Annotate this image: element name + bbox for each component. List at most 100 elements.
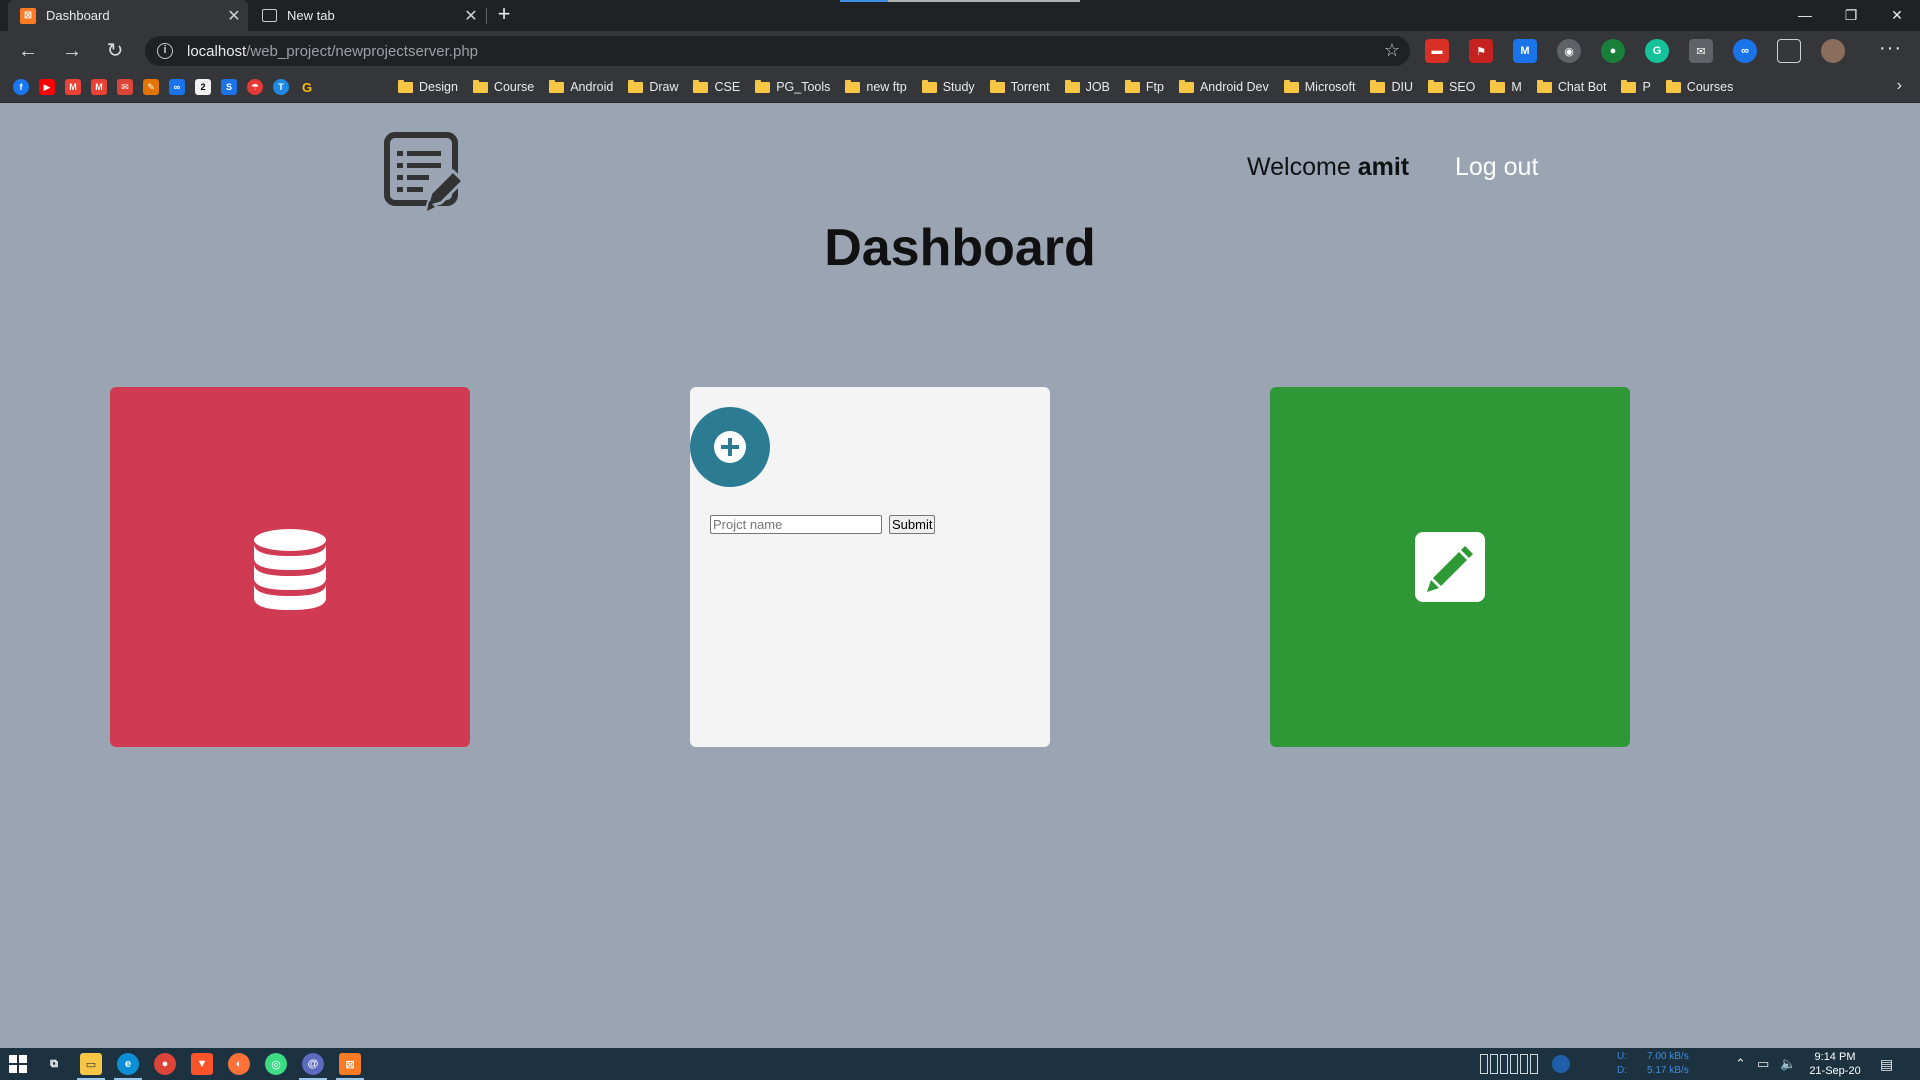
- minimize-icon[interactable]: —: [1782, 0, 1828, 31]
- tab-new-tab[interactable]: New tab ✕: [250, 0, 485, 31]
- more-menu-icon[interactable]: ···: [1879, 37, 1902, 60]
- restore-icon[interactable]: ❐: [1828, 0, 1874, 31]
- chrome-icon[interactable]: ●: [154, 1053, 176, 1075]
- gmail-icon[interactable]: M: [91, 79, 107, 95]
- new-project-form: Submit: [710, 515, 936, 534]
- bookmark-folder[interactable]: PG_Tools: [755, 79, 830, 94]
- bookmark-site-icon[interactable]: ✎: [143, 79, 159, 95]
- extension-icon[interactable]: ◉: [1557, 39, 1581, 63]
- project-name-input[interactable]: [710, 515, 882, 534]
- extension-icon[interactable]: ▬: [1425, 39, 1449, 63]
- network-icon[interactable]: ▭: [1757, 1056, 1769, 1080]
- plus-circle-icon: [714, 431, 746, 463]
- google-icon[interactable]: G: [299, 79, 315, 95]
- close-tab-icon[interactable]: ✕: [220, 6, 248, 26]
- bookmark-site-icon[interactable]: 2: [195, 79, 211, 95]
- logout-link[interactable]: Log out: [1455, 153, 1538, 182]
- network-speed: U: 7.00 kB/s D: 5.17 kB/s: [1617, 1051, 1689, 1076]
- chevron-up-icon[interactable]: ⌃: [1735, 1056, 1746, 1080]
- bookmark-folder[interactable]: DIU: [1370, 79, 1413, 94]
- pencil-icon: [1427, 546, 1473, 592]
- youtube-icon[interactable]: ▶: [39, 79, 55, 95]
- bookmark-folder[interactable]: new ftp: [845, 79, 907, 94]
- tab-title: New tab: [287, 8, 335, 23]
- bookmark-folder[interactable]: Ftp: [1124, 79, 1164, 94]
- bookmark-folder[interactable]: Design: [398, 79, 458, 94]
- folder-icon: [989, 79, 1005, 93]
- browser-tab-bar: ⊠ Dashboard ✕ New tab ✕ + — ❐ ✕: [0, 0, 1920, 31]
- url-text[interactable]: localhost/web_project/newprojectserver.p…: [187, 43, 478, 60]
- bookmark-star-icon[interactable]: ☆: [1384, 40, 1400, 61]
- edge-icon[interactable]: e: [117, 1053, 139, 1075]
- firefox-icon[interactable]: ◐: [228, 1053, 250, 1075]
- extension-icon[interactable]: ⚑: [1469, 39, 1493, 63]
- bookmark-site-icon[interactable]: ☂: [247, 79, 263, 95]
- chevron-right-icon[interactable]: ›: [1897, 77, 1902, 95]
- bookmark-folder[interactable]: Draw: [628, 79, 678, 94]
- network-meter-icon: [1552, 1055, 1570, 1073]
- bookmark-site-icon[interactable]: ∞: [169, 79, 185, 95]
- file-explorer-icon[interactable]: ▭: [80, 1053, 102, 1075]
- gmail-icon[interactable]: M: [65, 79, 81, 95]
- tab-title: Dashboard: [46, 8, 110, 23]
- brave-icon[interactable]: ▼: [191, 1053, 213, 1075]
- extension-icon[interactable]: ●: [1601, 39, 1625, 63]
- xampp-icon[interactable]: ⊠: [339, 1053, 361, 1075]
- grammarly-icon[interactable]: G: [1645, 39, 1669, 63]
- system-clock[interactable]: 9:14 PM 21-Sep-20: [1800, 1050, 1870, 1080]
- reload-icon[interactable]: ↻: [101, 37, 129, 65]
- bookmark-folder[interactable]: CSE: [693, 79, 740, 94]
- dashboard-page: Welcome amit Log out Dashboard Submit: [0, 103, 1920, 1048]
- new-tab-button[interactable]: +: [492, 3, 516, 27]
- android-studio-icon[interactable]: ◎: [265, 1053, 287, 1075]
- newtab-icon: [262, 9, 277, 22]
- windows-start-icon[interactable]: [7, 1053, 29, 1075]
- bookmark-folder[interactable]: Android Dev: [1178, 79, 1269, 94]
- app-icon[interactable]: @: [302, 1053, 324, 1075]
- folder-icon: [921, 79, 937, 93]
- bookmark-folder[interactable]: Courses: [1665, 79, 1733, 94]
- bookmark-site-icon[interactable]: T: [273, 79, 289, 95]
- add-project-button[interactable]: [690, 407, 770, 487]
- bookmark-folder[interactable]: P: [1621, 79, 1651, 94]
- bookmark-folder[interactable]: M: [1490, 79, 1522, 94]
- address-bar[interactable]: i localhost/web_project/newprojectserver…: [145, 36, 1410, 66]
- forward-icon[interactable]: →: [58, 37, 86, 65]
- bookmark-site-icon[interactable]: S: [221, 79, 237, 95]
- task-view-icon[interactable]: ⧉: [43, 1053, 65, 1075]
- bookmark-folder[interactable]: Course: [472, 79, 534, 94]
- edit-button[interactable]: [1415, 532, 1485, 602]
- bookmark-folder[interactable]: SEO: [1427, 79, 1475, 94]
- facebook-icon[interactable]: f: [13, 79, 29, 95]
- mail-icon[interactable]: ✉: [117, 79, 133, 95]
- extension-icon[interactable]: ∞: [1733, 39, 1757, 63]
- close-tab-icon[interactable]: ✕: [457, 6, 485, 26]
- folder-icon: [845, 79, 861, 93]
- folder-icon: [472, 79, 488, 93]
- folder-icon: [1064, 79, 1080, 93]
- volume-icon[interactable]: 🔈: [1780, 1056, 1796, 1080]
- bookmark-folder[interactable]: Study: [921, 79, 975, 94]
- folder-icon: [628, 79, 644, 93]
- bookmark-folder[interactable]: Android: [549, 79, 613, 94]
- bookmark-folder[interactable]: Microsoft: [1283, 79, 1355, 94]
- back-icon[interactable]: ←: [14, 37, 42, 65]
- folder-icon: [1370, 79, 1386, 93]
- collections-icon[interactable]: [1777, 39, 1801, 63]
- info-icon[interactable]: i: [157, 43, 173, 59]
- notifications-icon[interactable]: ▤: [1880, 1056, 1893, 1080]
- mail-icon[interactable]: ✉: [1689, 39, 1713, 63]
- bookmark-folder[interactable]: Chat Bot: [1536, 79, 1606, 94]
- edit-card[interactable]: [1270, 387, 1630, 747]
- window-controls: — ❐ ✕: [1782, 0, 1920, 31]
- close-window-icon[interactable]: ✕: [1874, 0, 1920, 31]
- extension-icon[interactable]: M: [1513, 39, 1537, 63]
- bookmark-folder[interactable]: Torrent: [989, 79, 1050, 94]
- submit-button[interactable]: Submit: [889, 515, 936, 534]
- avatar[interactable]: [1821, 39, 1845, 63]
- tab-dashboard[interactable]: ⊠ Dashboard ✕: [8, 0, 248, 31]
- projects-card[interactable]: [110, 387, 470, 747]
- bookmark-folder[interactable]: JOB: [1064, 79, 1110, 94]
- document-edit-logo-icon: [384, 132, 465, 211]
- database-icon: [254, 529, 326, 610]
